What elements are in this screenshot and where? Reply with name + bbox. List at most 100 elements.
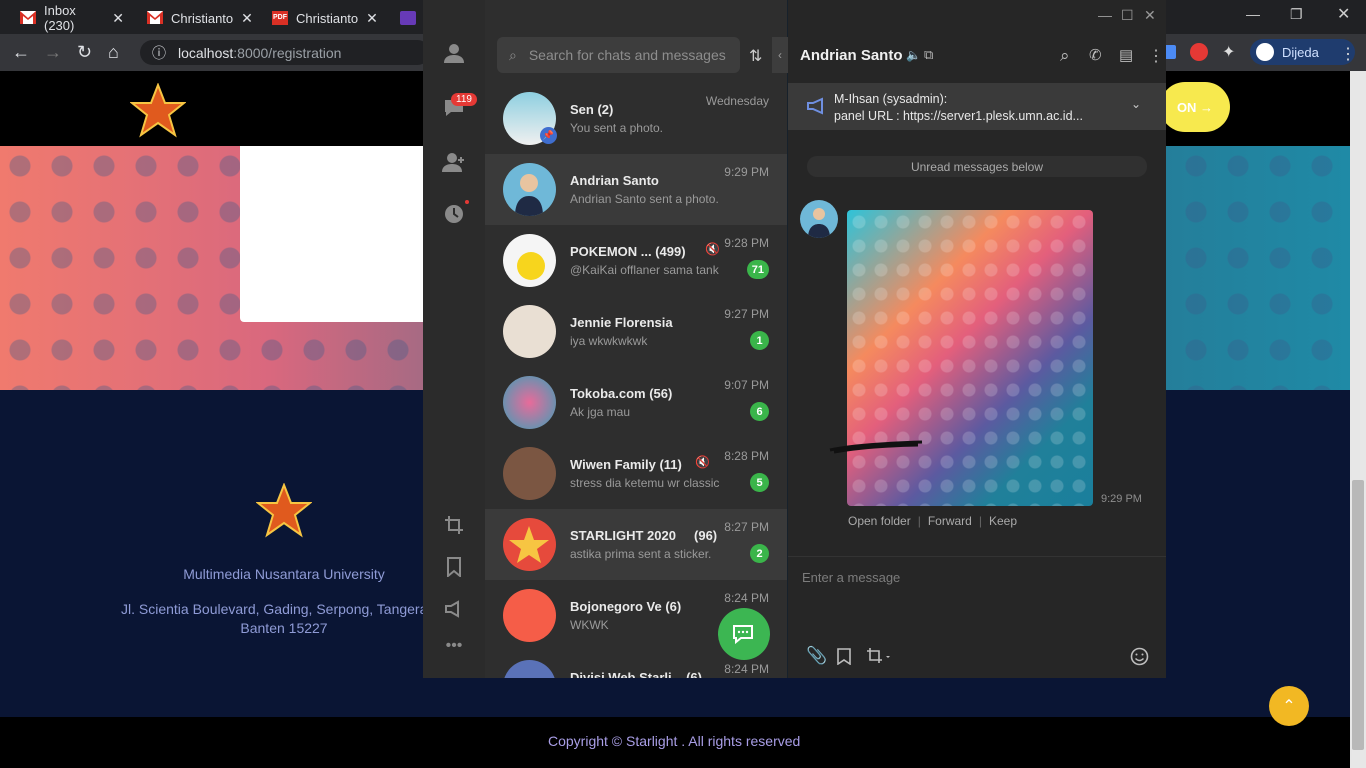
new-chat-button[interactable]	[718, 608, 770, 660]
keep-link[interactable]: Keep	[989, 514, 1017, 528]
phone-icon[interactable]: ✆	[1089, 46, 1102, 64]
chat-item[interactable]: Tokoba.com (56) Ak jga mau 9:07 PM 6	[485, 367, 787, 438]
close-icon[interactable]: ✕	[112, 10, 124, 27]
tab-inbox[interactable]: Inbox (230) ✕	[10, 3, 134, 33]
pin-icon: 📌	[540, 127, 557, 144]
university-name: Multimedia Nusantara University	[183, 566, 385, 582]
forward-icon[interactable]: →	[44, 42, 62, 62]
add-contact-icon[interactable]	[440, 148, 468, 176]
avatar	[503, 305, 556, 358]
puzzle-icon[interactable]: ✦	[1222, 42, 1235, 62]
open-external-icon[interactable]: ⧉	[924, 47, 933, 63]
register-label: ON	[1176, 99, 1197, 115]
chat-preview: You sent a photo.	[570, 121, 663, 135]
tab-label: Christianto	[171, 10, 234, 26]
forward-link[interactable]: Forward	[928, 514, 972, 528]
avatar	[1256, 43, 1274, 61]
gmail-icon	[20, 11, 36, 25]
chat-name: Tokoba.com (56)	[570, 386, 673, 401]
avatar	[503, 518, 556, 571]
profile-name: Dijeda	[1282, 44, 1319, 60]
chat-preview: WKWK	[570, 618, 609, 632]
pinned-text: M-Ihsan (sysadmin): panel URL : https://…	[834, 91, 1083, 125]
profile-icon[interactable]	[440, 39, 468, 67]
footer-starlight-logo	[256, 483, 312, 538]
divider	[788, 556, 1166, 557]
chat-time: Wednesday	[705, 94, 769, 108]
tg-maximize-icon[interactable]: ☐	[1121, 7, 1134, 24]
bookmark-icon[interactable]	[440, 553, 468, 581]
info-icon[interactable]: ⓘ	[152, 43, 166, 63]
chat-name: Jennie Florensia	[570, 315, 673, 330]
notes-icon[interactable]: ▤	[1119, 46, 1133, 64]
recent-calls-icon[interactable]	[440, 200, 468, 228]
pdf-icon: PDF	[272, 11, 288, 25]
search-input[interactable]: ⌕ Search for chats and messages	[497, 37, 740, 73]
tg-minimize-icon[interactable]: —	[1098, 7, 1112, 23]
avatar	[503, 376, 556, 429]
avatar	[503, 234, 556, 287]
more-options-icon[interactable]: ⋮	[1148, 46, 1164, 66]
minimize-icon[interactable]: —	[1246, 6, 1260, 22]
back-icon[interactable]: ←	[12, 42, 30, 62]
unread-badge: 119	[451, 93, 477, 106]
close-window-icon[interactable]: ✕	[1337, 4, 1350, 24]
adblock-icon[interactable]	[1190, 43, 1208, 61]
pinned-author: M-Ihsan (sysadmin):	[834, 92, 948, 106]
tab-christianto-pdf[interactable]: PDF Christianto ✕	[262, 4, 386, 32]
home-icon[interactable]: ⌂	[108, 42, 119, 62]
address-bar[interactable]: ⓘ localhost:8000/registration	[140, 40, 430, 65]
address-line-2: Banten 15227	[240, 620, 328, 636]
search-icon[interactable]: ⌕	[1060, 46, 1070, 66]
chat-name: Sen (2)	[570, 102, 614, 117]
sender-avatar[interactable]	[800, 200, 838, 238]
open-folder-link[interactable]: Open folder	[848, 514, 911, 528]
emoji-icon[interactable]	[1130, 647, 1149, 666]
tab-label: Inbox (230)	[44, 3, 76, 33]
tab-label: Christianto	[296, 10, 359, 26]
screenshot-icon[interactable]	[440, 511, 468, 539]
chat-preview: Ak jga mau	[570, 405, 631, 419]
url-path: :8000/registration	[233, 44, 342, 61]
starlight-logo[interactable]	[130, 83, 186, 139]
register-button[interactable]: ON →	[1160, 82, 1230, 132]
chat-item[interactable]: POKEMON ... (499) 🔇 @KaiKai offlaner sam…	[485, 225, 787, 296]
chat-item[interactable]: STARLIGHT 2020 (96) astika prima sent a …	[485, 509, 787, 580]
broadcast-icon[interactable]	[440, 595, 468, 623]
bookmark-icon[interactable]	[837, 648, 851, 665]
screenshot-icon[interactable]	[866, 647, 892, 665]
photo-message[interactable]	[847, 210, 1093, 506]
message-input[interactable]: Enter a message	[802, 570, 900, 585]
unread-count: 2	[750, 544, 769, 563]
restore-icon[interactable]: ❐	[1290, 6, 1303, 23]
more-icon[interactable]: •••	[440, 632, 468, 660]
chat-item[interactable]: Jennie Florensia iya wkwkwkwk 9:27 PM 1	[485, 296, 787, 367]
chat-preview: Andrian Santo sent a photo.	[570, 192, 719, 206]
message-time: 9:29 PM	[1101, 493, 1142, 505]
avatar	[503, 447, 556, 500]
close-icon[interactable]: ✕	[366, 10, 378, 27]
collapse-panel-icon[interactable]: ‹	[772, 37, 788, 73]
scroll-to-top-button[interactable]: ⌃	[1269, 686, 1309, 726]
tab-christianto-mail[interactable]: Christianto ✕	[137, 4, 261, 32]
unread-count: 71	[746, 260, 769, 279]
close-icon[interactable]: ✕	[241, 10, 253, 27]
scrollbar-thumb[interactable]	[1352, 480, 1364, 750]
chat-time: 8:24 PM	[724, 591, 769, 605]
tg-close-icon[interactable]: ✕	[1144, 7, 1156, 24]
chat-preview: @KaiKai offlaner sama tank	[570, 263, 719, 277]
reload-icon[interactable]: ↻	[77, 42, 92, 62]
chat-item[interactable]: Wiwen Family (11) 🔇 stress dia ketemu wr…	[485, 438, 787, 509]
tab-forms[interactable]	[390, 4, 420, 32]
attach-icon[interactable]: 📎	[806, 646, 827, 666]
chevron-down-icon[interactable]: ⌄	[1131, 97, 1141, 111]
conversation-title[interactable]: Andrian Santo	[800, 47, 903, 64]
chat-item[interactable]: 📌 Sen (2) You sent a photo. Wednesday	[485, 83, 787, 154]
search-icon: ⌕	[509, 46, 517, 63]
chat-item-active[interactable]: Andrian Santo Andrian Santo sent a photo…	[485, 154, 787, 225]
chat-name: STARLIGHT 2020 (96)	[570, 528, 718, 543]
chat-preview: iya wkwkwkwk	[570, 334, 648, 348]
muted-icon: 🔇	[695, 455, 710, 469]
menu-icon[interactable]: ⋮	[1340, 44, 1356, 64]
sort-icon[interactable]: ⇅	[749, 46, 762, 66]
